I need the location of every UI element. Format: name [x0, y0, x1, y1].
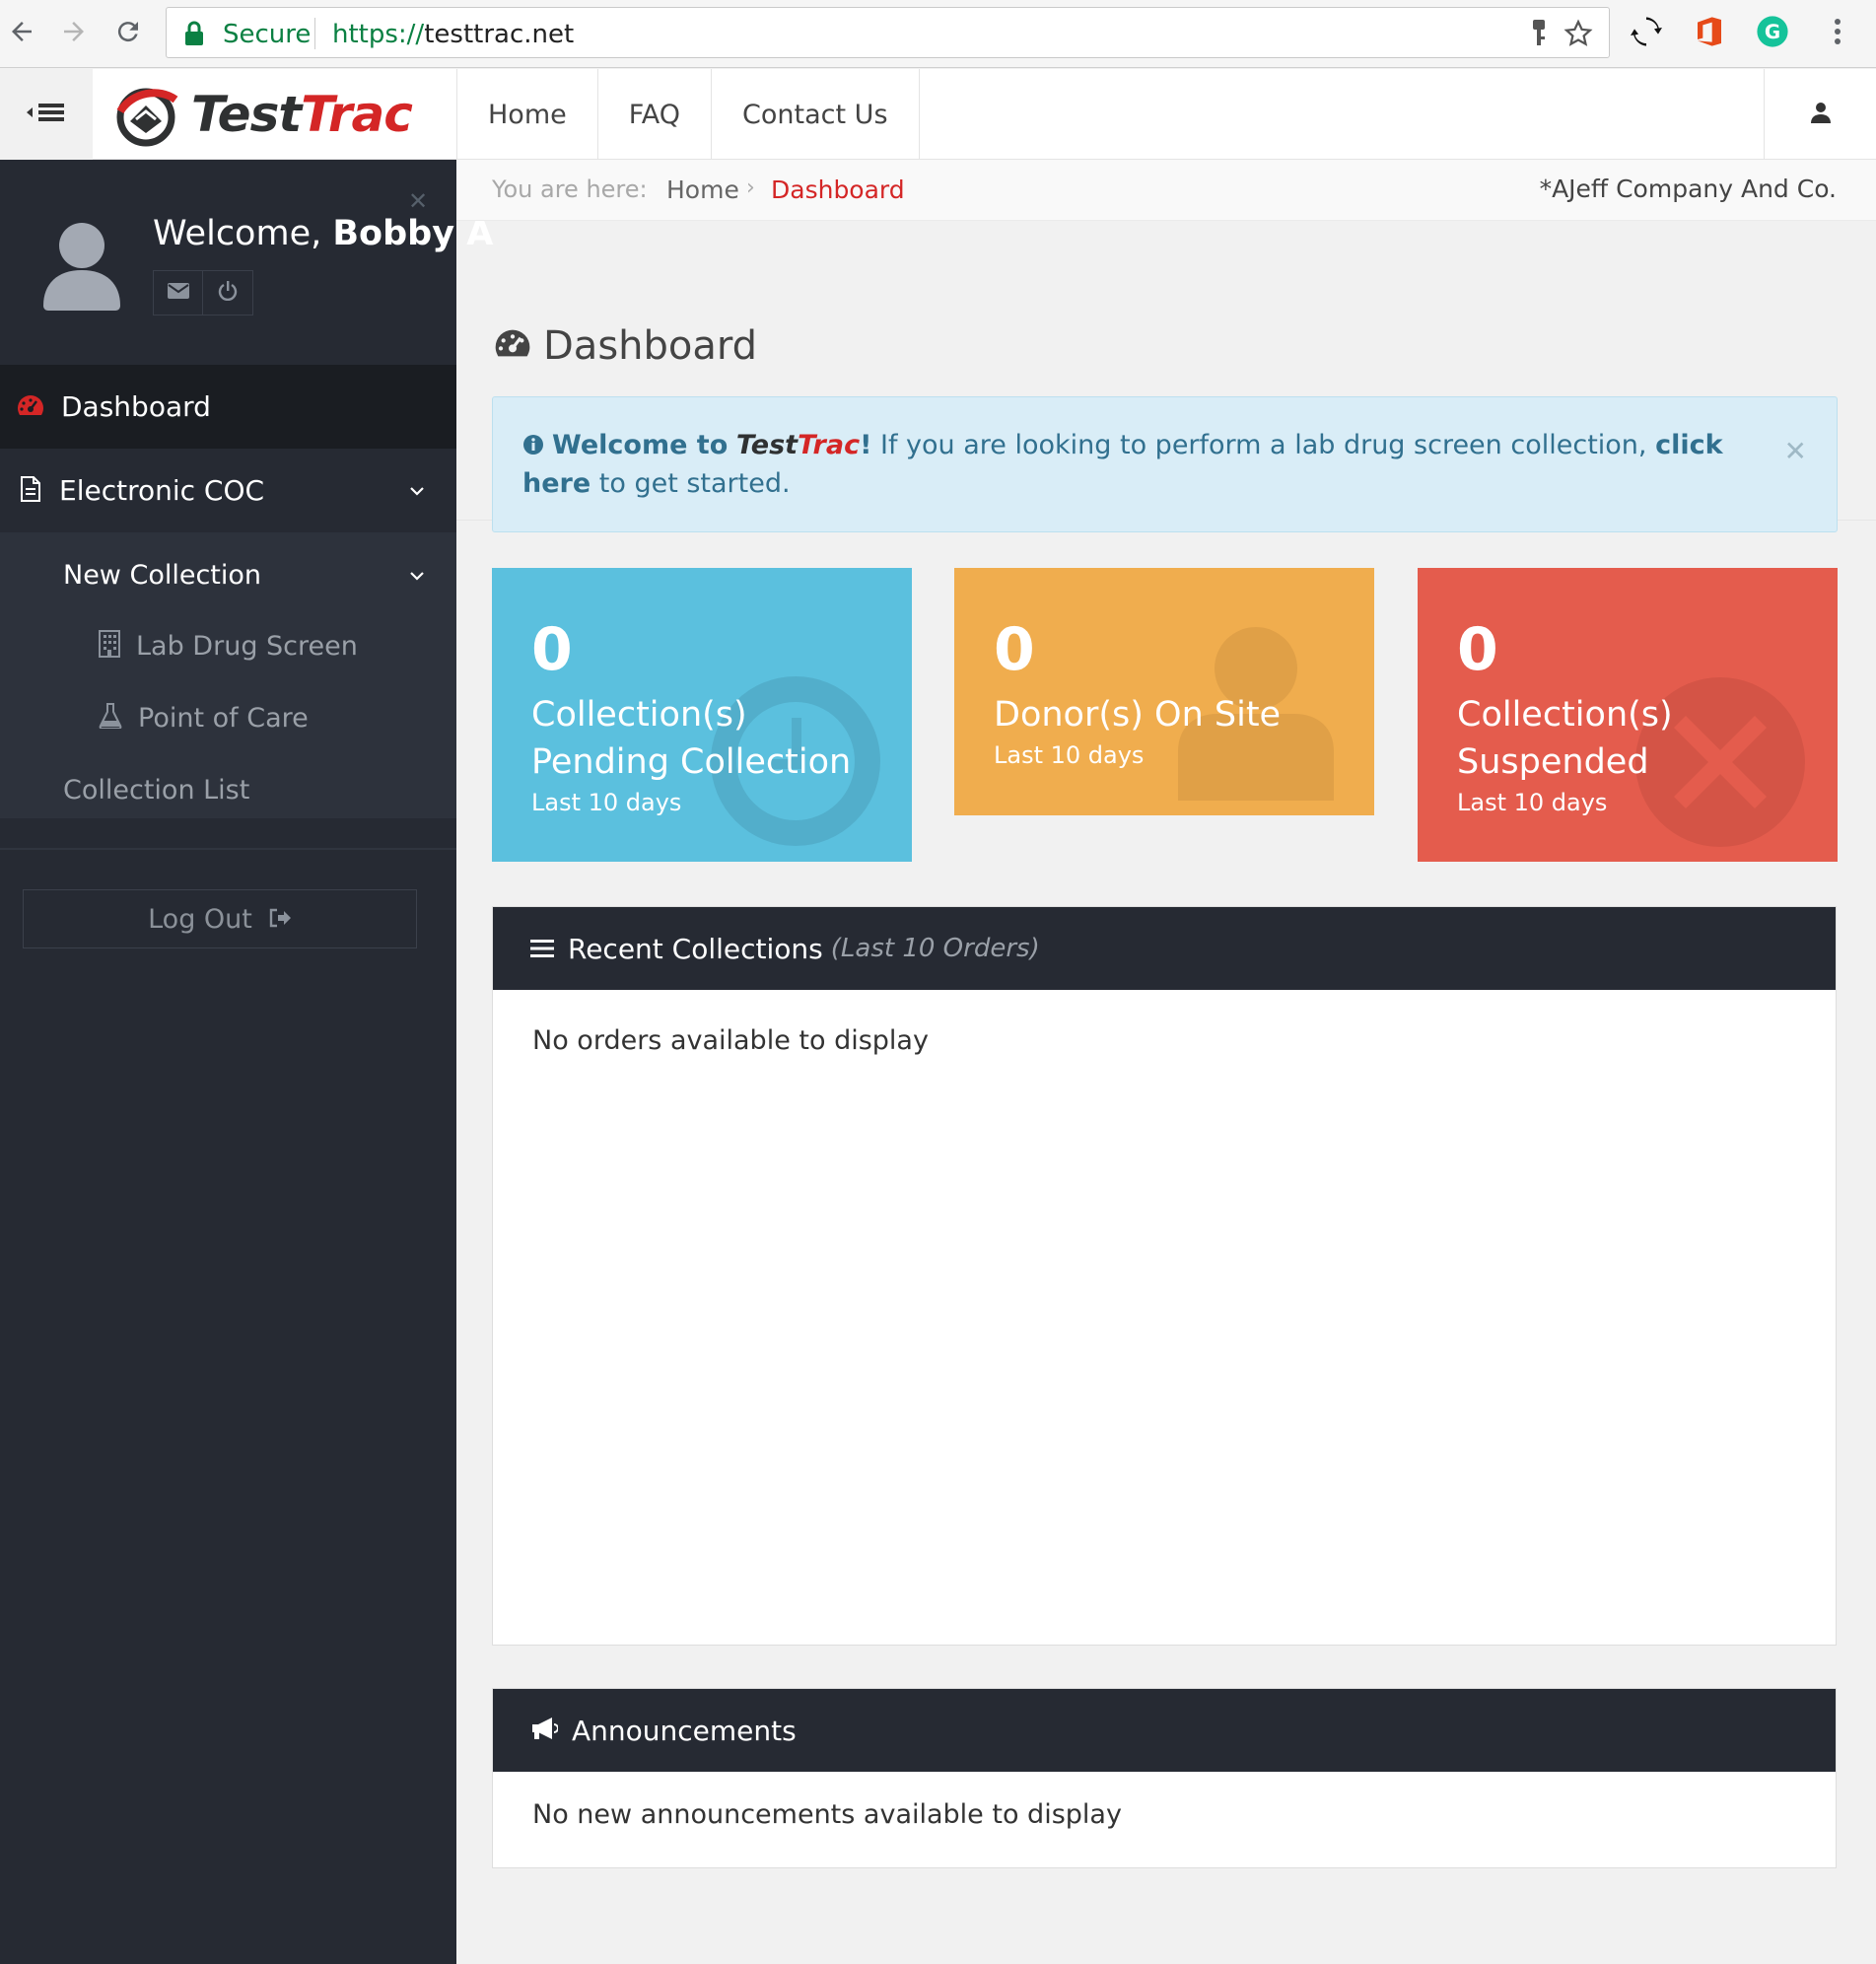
- chevron-right-icon: ›: [746, 175, 755, 200]
- address-bar[interactable]: Secure https://testtrac.net: [166, 7, 1610, 58]
- envelope-icon: [167, 283, 189, 303]
- profile-actions: [153, 270, 253, 316]
- back-icon[interactable]: [0, 10, 43, 53]
- top-navigation: Home FAQ Contact Us: [456, 69, 920, 160]
- sidebar-item-label: Lab Drug Screen: [136, 630, 358, 662]
- stat-value: 0: [1457, 615, 1498, 684]
- flask-icon: [99, 703, 122, 733]
- power-icon: [218, 281, 238, 305]
- power-button[interactable]: [203, 271, 252, 315]
- close-icon[interactable]: ✕: [408, 187, 428, 215]
- stat-tile-donors[interactable]: 0 Donor(s) On Site Last 10 days: [954, 568, 1374, 815]
- user-menu-button[interactable]: [1764, 69, 1876, 160]
- panel-subtitle: (Last 10 Orders): [830, 934, 1040, 963]
- stat-tile-suspended[interactable]: 0 Collection(s) Suspended Last 10 days: [1418, 568, 1838, 862]
- nav-home[interactable]: Home: [457, 69, 598, 160]
- empty-state-text: No new announcements available to displa…: [532, 1799, 1122, 1830]
- logout-button[interactable]: Log Out: [23, 889, 417, 948]
- stat-period: Last 10 days: [531, 789, 682, 816]
- stat-period: Last 10 days: [1457, 789, 1608, 816]
- panel-header: Recent Collections (Last 10 Orders): [493, 907, 1836, 990]
- stat-tile-pending[interactable]: 0 Collection(s) Pending Collection Last …: [492, 568, 912, 862]
- svg-text:G: G: [1765, 21, 1780, 43]
- sidebar-item-label: Dashboard: [61, 390, 211, 423]
- stat-value: 0: [994, 615, 1035, 684]
- grammarly-extension-icon[interactable]: G: [1755, 14, 1790, 49]
- user-profile: ✕ Welcome, Bobby A: [0, 160, 493, 365]
- stat-label: Donor(s) On Site: [994, 695, 1282, 735]
- document-icon: [20, 475, 41, 506]
- secure-label: Secure: [223, 20, 312, 49]
- breadcrumb: You are here: Home › Dashboard *AJeff Co…: [456, 160, 1876, 221]
- key-icon[interactable]: [1530, 20, 1548, 51]
- sidebar-toggle-button[interactable]: [0, 69, 93, 160]
- sidebar-item-label: Collection List: [63, 774, 250, 806]
- sign-out-icon: [268, 904, 292, 935]
- panel-header: Announcements: [493, 1689, 1836, 1772]
- sidebar-item-dashboard[interactable]: Dashboard: [0, 365, 456, 449]
- sidebar: ✕ Welcome, Bobby A Dashboard Electronic …: [0, 160, 493, 1964]
- menu-collapse-icon: [27, 101, 66, 128]
- welcome-message: Welcome, Bobby A: [153, 214, 494, 253]
- browser-toolbar: Secure https://testtrac.net G: [0, 0, 1876, 68]
- nav-contact-us[interactable]: Contact Us: [712, 69, 920, 160]
- empty-state-text: No orders available to display: [532, 1025, 929, 1056]
- url-text[interactable]: https://testtrac.net: [332, 20, 574, 49]
- browser-menu-icon[interactable]: [1820, 14, 1855, 49]
- info-icon: [522, 429, 544, 465]
- breadcrumb-prefix: You are here:: [492, 175, 648, 203]
- stat-value: 0: [531, 615, 573, 684]
- electronic-coc-submenu: New Collection Lab Drug Screen Point of …: [0, 532, 456, 818]
- stat-label: Collection(s) Suspended: [1457, 695, 1673, 782]
- welcome-alert: Welcome to TestTrac! If you are looking …: [492, 396, 1838, 532]
- building-icon: [99, 630, 120, 662]
- close-icon[interactable]: ✕: [1784, 435, 1807, 467]
- page-title: Dashboard: [492, 323, 757, 369]
- sidebar-item-point-of-care[interactable]: Point of Care: [0, 693, 456, 742]
- sync-extension-icon[interactable]: [1629, 14, 1664, 49]
- sidebar-item-label: Electronic COC: [59, 474, 265, 507]
- logo-text-trac: Trac: [301, 86, 413, 143]
- alert-message: Welcome to TestTrac! If you are looking …: [522, 429, 1723, 499]
- avatar: [41, 221, 122, 316]
- stat-label: Collection(s) Pending Collection: [531, 695, 852, 782]
- chevron-down-icon: [409, 481, 425, 500]
- lock-icon: [184, 21, 204, 50]
- bullhorn-icon: [530, 1715, 572, 1747]
- testtrac-logo[interactable]: TestTrac: [110, 79, 413, 150]
- reload-icon[interactable]: [106, 10, 150, 53]
- company-name: *AJeff Company And Co.: [1539, 175, 1837, 203]
- bookmark-star-icon[interactable]: [1563, 19, 1593, 52]
- breadcrumb-current: Dashboard: [771, 175, 905, 204]
- office-extension-icon[interactable]: [1692, 14, 1727, 49]
- breadcrumb-home-link[interactable]: Home: [666, 175, 739, 204]
- forward-icon[interactable]: [52, 10, 96, 53]
- user-icon: [1810, 102, 1831, 127]
- sidebar-item-label: New Collection: [63, 559, 262, 591]
- messages-button[interactable]: [154, 271, 203, 315]
- nav-faq[interactable]: FAQ: [598, 69, 713, 160]
- dashboard-icon: [492, 323, 543, 369]
- sidebar-item-collection-list[interactable]: Collection List: [0, 765, 456, 814]
- main-content: You are here: Home › Dashboard *AJeff Co…: [456, 160, 1876, 1964]
- announcements-panel: Announcements No new announcements avail…: [492, 1688, 1837, 1868]
- sidebar-item-new-collection[interactable]: New Collection: [0, 550, 456, 599]
- logo-emblem-icon: [116, 88, 178, 147]
- sidebar-item-electronic-coc[interactable]: Electronic COC: [0, 449, 456, 532]
- dashboard-icon: [16, 393, 45, 421]
- app-header: TestTrac Home FAQ Contact Us: [0, 69, 1876, 160]
- panel-title: Recent Collections: [568, 932, 823, 965]
- sidebar-item-label: Point of Care: [138, 702, 309, 734]
- stat-period: Last 10 days: [994, 741, 1145, 769]
- sidebar-item-lab-drug-screen[interactable]: Lab Drug Screen: [0, 621, 456, 670]
- chevron-down-icon: [409, 566, 425, 585]
- logo-text-test: Test: [191, 86, 302, 143]
- list-icon: [530, 933, 568, 965]
- recent-collections-panel: Recent Collections (Last 10 Orders) No o…: [492, 906, 1837, 1646]
- panel-title: Announcements: [572, 1714, 797, 1747]
